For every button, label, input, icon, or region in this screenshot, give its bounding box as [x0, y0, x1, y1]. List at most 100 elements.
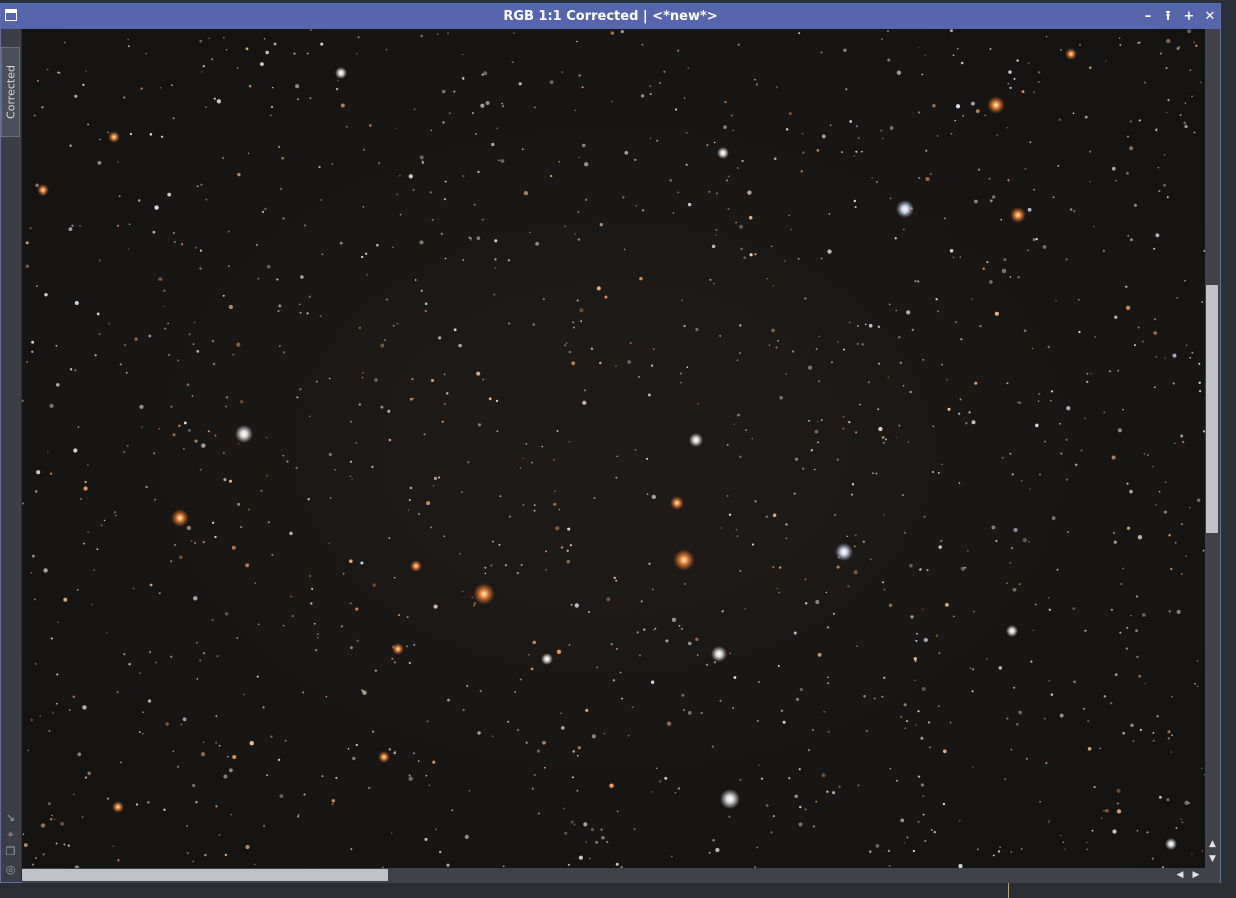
star: [300, 275, 304, 279]
star: [727, 207, 730, 211]
star: [971, 298, 974, 300]
star: [83, 486, 88, 491]
view-tab-corrected[interactable]: Corrected: [1, 47, 20, 137]
star: [200, 752, 206, 757]
star: [1001, 456, 1004, 459]
star: [202, 540, 205, 544]
star: [636, 631, 639, 634]
star: [49, 403, 54, 408]
star: [180, 243, 184, 246]
star: [1170, 751, 1173, 753]
star: [553, 490, 556, 493]
star: [943, 217, 946, 220]
star: [758, 681, 761, 684]
image-window[interactable]: RGB 1:1 Corrected | <*new*> – ⭱ + ✕ Corr…: [0, 3, 1221, 883]
star: [329, 497, 332, 499]
scroll-right-icon[interactable]: ▶: [1191, 870, 1201, 881]
star: [335, 87, 339, 91]
star: [39, 715, 42, 718]
star: [802, 467, 805, 470]
vertical-scroll-thumb[interactable]: [1206, 285, 1218, 533]
star: [926, 569, 929, 572]
star: [558, 160, 561, 163]
star: [160, 135, 164, 138]
star: [372, 583, 376, 587]
vertical-scrollbar[interactable]: ▲ ▼: [1205, 29, 1220, 868]
close-icon[interactable]: ✕: [1202, 8, 1218, 25]
star: [941, 363, 943, 366]
star: [640, 600, 643, 603]
scroll-left-icon[interactable]: ◀: [1175, 870, 1185, 881]
star: [149, 583, 153, 587]
star: [325, 696, 328, 698]
star: [1167, 737, 1170, 740]
star: [388, 537, 391, 539]
star: [68, 227, 73, 231]
star: [44, 292, 48, 297]
star: [1184, 800, 1189, 805]
star: [128, 663, 131, 666]
star: [842, 427, 845, 430]
star: [591, 734, 596, 739]
star: [766, 277, 768, 280]
star: [531, 787, 534, 790]
horizontal-scroll-thumb[interactable]: [22, 869, 388, 881]
star: [496, 430, 499, 433]
image-viewport[interactable]: [22, 29, 1205, 868]
star: [739, 455, 742, 458]
star: [1018, 401, 1022, 405]
maximize-icon[interactable]: +: [1181, 8, 1197, 25]
star: [663, 70, 666, 73]
star: [468, 790, 471, 792]
star: [223, 478, 227, 482]
star: [271, 105, 273, 108]
shade-icon[interactable]: ⭱: [1160, 8, 1176, 25]
star: [937, 310, 939, 313]
star: [479, 689, 482, 693]
target-icon[interactable]: ◎: [4, 863, 17, 876]
star: [807, 749, 810, 752]
star: [1170, 568, 1173, 571]
star: [40, 823, 46, 828]
star: [672, 212, 675, 214]
star: [845, 88, 848, 91]
star: [719, 335, 721, 337]
star: [817, 420, 819, 423]
star: [462, 259, 465, 261]
star: [34, 598, 36, 601]
star: [650, 680, 655, 684]
star: [1153, 386, 1156, 389]
star: [606, 840, 609, 844]
star: [567, 863, 570, 866]
scroll-down-icon[interactable]: ▼: [1207, 854, 1218, 864]
horizontal-scrollbar[interactable]: ◀ ▶: [22, 868, 1205, 883]
star: [566, 559, 571, 564]
star: [1018, 710, 1022, 715]
star: [826, 626, 830, 629]
star: [1059, 713, 1064, 718]
star: [309, 415, 311, 417]
star: [46, 68, 49, 71]
star: [902, 384, 905, 387]
star: [192, 783, 196, 788]
arrow-icon[interactable]: ↘: [4, 811, 17, 824]
star: [1078, 330, 1081, 334]
star: [225, 396, 229, 399]
star: [1010, 851, 1013, 853]
star: [204, 853, 207, 857]
window-icon[interactable]: ❐: [4, 845, 17, 858]
star: [952, 256, 955, 259]
scroll-up-icon[interactable]: ▲: [1207, 839, 1218, 849]
star-field-image: [22, 29, 1205, 868]
star: [696, 654, 699, 656]
title-bar[interactable]: RGB 1:1 Corrected | <*new*> – ⭱ + ✕: [1, 4, 1220, 29]
crosshair-icon[interactable]: ⌖: [4, 828, 17, 841]
minimize-icon[interactable]: –: [1140, 8, 1156, 25]
star: [743, 256, 747, 260]
star: [810, 449, 813, 452]
star: [504, 564, 507, 567]
star: [307, 498, 310, 501]
star: [145, 52, 147, 55]
star: [922, 795, 925, 798]
star: [199, 659, 202, 662]
